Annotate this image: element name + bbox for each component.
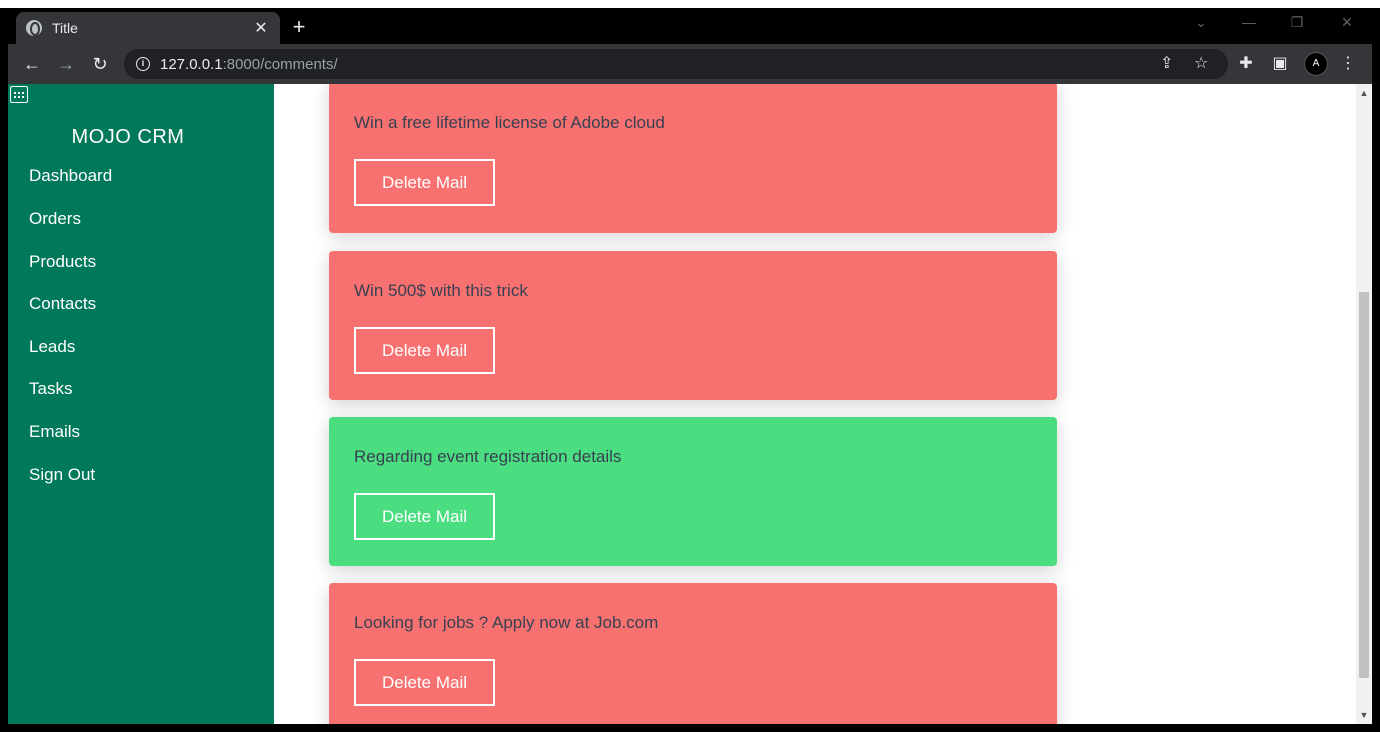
profile-avatar[interactable]: A — [1304, 52, 1328, 76]
delete-mail-button[interactable]: Delete Mail — [354, 327, 495, 374]
top-strip — [0, 0, 1380, 8]
close-tab-icon[interactable]: ✕ — [252, 18, 270, 38]
scroll-down-arrow-icon[interactable]: ▼ — [1356, 708, 1372, 722]
scrollbar-thumb[interactable] — [1359, 292, 1369, 678]
url-host: 127.0.0.1 — [160, 55, 223, 73]
menu-kebab-icon[interactable]: ⋮ — [1336, 52, 1360, 76]
forward-icon[interactable]: → — [54, 52, 78, 76]
tab-bar: Title ✕ + ⌄ — ❐ ✕ — [8, 8, 1372, 44]
brand-logo-text: MOJO CRM — [71, 126, 185, 148]
tab-title: Title — [52, 20, 78, 36]
globe-icon — [26, 20, 42, 36]
calendar-icon[interactable] — [10, 86, 28, 103]
bookmark-star-icon[interactable]: ☆ — [1194, 49, 1208, 79]
share-icon[interactable]: ⇪ — [1160, 49, 1173, 79]
browser-toolbar: ← → ↻ i 127.0.0.1:8000/comments/ ⇪ ☆ ✚ ▣… — [8, 44, 1372, 84]
mail-card: Regarding event registration details Del… — [329, 417, 1057, 566]
side-panel-icon[interactable]: ▣ — [1268, 52, 1292, 76]
sidebar-item-leads[interactable]: Leads — [29, 337, 75, 357]
sidebar-item-emails[interactable]: Emails — [29, 422, 80, 442]
mail-card: Win a free lifetime license of Adobe clo… — [329, 84, 1057, 233]
mail-text: Looking for jobs ? Apply now at Job.com — [354, 613, 659, 632]
restore-icon[interactable]: ❐ — [1282, 14, 1312, 31]
mail-text: Win a free lifetime license of Adobe clo… — [354, 113, 665, 132]
delete-mail-button[interactable]: Delete Mail — [354, 493, 495, 540]
sidebar-item-products[interactable]: Products — [29, 252, 96, 272]
delete-mail-button[interactable]: Delete Mail — [354, 159, 495, 206]
mail-text: Win 500$ with this trick — [354, 281, 528, 300]
browser-tab[interactable]: Title ✕ — [16, 12, 280, 44]
sidebar-item-contacts[interactable]: Contacts — [29, 294, 96, 314]
page-viewport: MOJO CRM Dashboard Orders Products Conta… — [8, 84, 1372, 724]
mail-card: Looking for jobs ? Apply now at Job.com … — [329, 583, 1057, 724]
sidebar-item-dashboard[interactable]: Dashboard — [29, 166, 112, 186]
sidebar-item-tasks[interactable]: Tasks — [29, 379, 72, 399]
sidebar: MOJO CRM Dashboard Orders Products Conta… — [8, 84, 274, 724]
scroll-up-arrow-icon[interactable]: ▲ — [1356, 86, 1372, 100]
site-info-icon[interactable]: i — [136, 57, 150, 71]
extensions-icon[interactable]: ✚ — [1234, 52, 1258, 76]
tab-search-icon[interactable]: ⌄ — [1186, 14, 1216, 31]
mail-list: Win a free lifetime license of Adobe clo… — [274, 84, 1356, 724]
page-scrollbar[interactable]: ▲ ▼ — [1356, 84, 1372, 724]
back-icon[interactable]: ← — [20, 52, 44, 76]
mail-text: Regarding event registration details — [354, 447, 622, 466]
minimize-icon[interactable]: — — [1234, 14, 1264, 30]
close-window-icon[interactable]: ✕ — [1332, 14, 1362, 31]
new-tab-button[interactable]: + — [286, 14, 312, 40]
screen-frame: Title ✕ + ⌄ — ❐ ✕ ← → ↻ i 127.0.0.1:8000… — [0, 0, 1380, 732]
reload-icon[interactable]: ↻ — [88, 52, 112, 76]
sidebar-item-orders[interactable]: Orders — [29, 209, 81, 229]
address-bar[interactable]: i 127.0.0.1:8000/comments/ ⇪ ☆ — [124, 49, 1228, 79]
url-path: :8000/comments/ — [222, 55, 338, 73]
mail-card: Win 500$ with this trick Delete Mail — [329, 251, 1057, 400]
delete-mail-button[interactable]: Delete Mail — [354, 659, 495, 706]
sidebar-item-sign-out[interactable]: Sign Out — [29, 465, 95, 485]
